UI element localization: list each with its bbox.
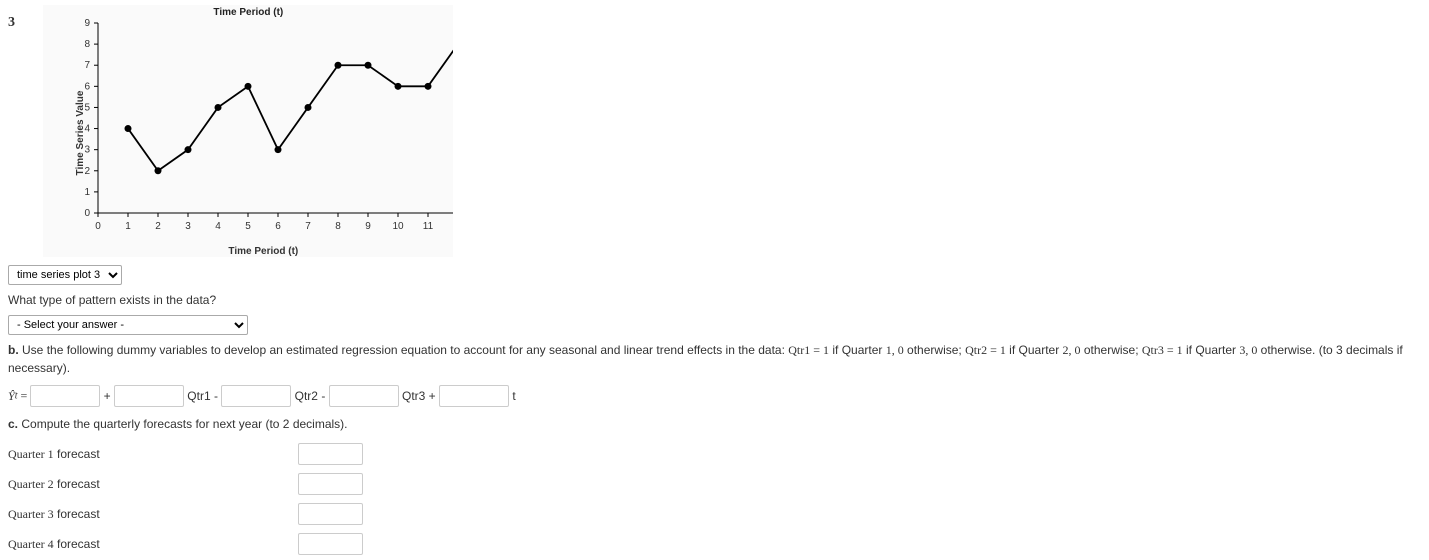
svg-text:2: 2: [156, 221, 162, 232]
chart-top-title: Time Period (t): [43, 7, 453, 18]
svg-text:3: 3: [85, 145, 91, 156]
part-b-text: b. Use the following dummy variables to …: [8, 341, 1421, 377]
regression-equation: Ŷt = + Qtr1 - Qtr2 - Qtr3 + t: [8, 385, 1421, 407]
svg-text:12: 12: [453, 221, 454, 232]
qtr3-coef-input[interactable]: [329, 385, 399, 407]
svg-text:3: 3: [186, 221, 192, 232]
q4-forecast-label: Quarter 4 forecast: [8, 537, 298, 552]
t-coef-input[interactable]: [439, 385, 509, 407]
q2-forecast-input[interactable]: [298, 473, 363, 495]
time-series-plot: 01234567890123456789101112: [73, 18, 453, 243]
svg-text:1: 1: [85, 187, 91, 198]
q3-forecast-input[interactable]: [298, 503, 363, 525]
svg-text:8: 8: [336, 221, 342, 232]
pattern-question: What type of pattern exists in the data?: [8, 291, 1421, 309]
plot-select[interactable]: time series plot 3: [8, 265, 122, 285]
svg-text:0: 0: [96, 221, 102, 232]
intercept-input[interactable]: [30, 385, 100, 407]
svg-text:0: 0: [85, 208, 91, 219]
q1-forecast-label: Quarter 1 forecast: [8, 447, 298, 462]
q2-forecast-label: Quarter 2 forecast: [8, 477, 298, 492]
chart-container: Time Period (t) Time Series Value 012345…: [43, 5, 453, 257]
svg-text:4: 4: [85, 124, 91, 135]
svg-text:9: 9: [366, 221, 372, 232]
question-number: 3: [8, 15, 15, 31]
svg-text:1: 1: [126, 221, 132, 232]
svg-text:5: 5: [85, 102, 91, 113]
svg-text:6: 6: [276, 221, 282, 232]
svg-text:9: 9: [85, 18, 91, 29]
svg-text:2: 2: [85, 166, 91, 177]
q1-forecast-input[interactable]: [298, 443, 363, 465]
svg-text:10: 10: [393, 221, 405, 232]
svg-text:7: 7: [306, 221, 312, 232]
svg-text:7: 7: [85, 60, 91, 71]
svg-text:6: 6: [85, 81, 91, 92]
svg-text:4: 4: [216, 221, 222, 232]
qtr2-coef-input[interactable]: [221, 385, 291, 407]
qtr1-coef-input[interactable]: [114, 385, 184, 407]
pattern-answer-select[interactable]: - Select your answer -: [8, 315, 248, 335]
q3-forecast-label: Quarter 3 forecast: [8, 507, 298, 522]
part-c-text: c. Compute the quarterly forecasts for n…: [8, 415, 1421, 433]
q4-forecast-input[interactable]: [298, 533, 363, 555]
svg-text:8: 8: [85, 39, 91, 50]
svg-text:5: 5: [246, 221, 252, 232]
svg-text:11: 11: [423, 221, 434, 232]
